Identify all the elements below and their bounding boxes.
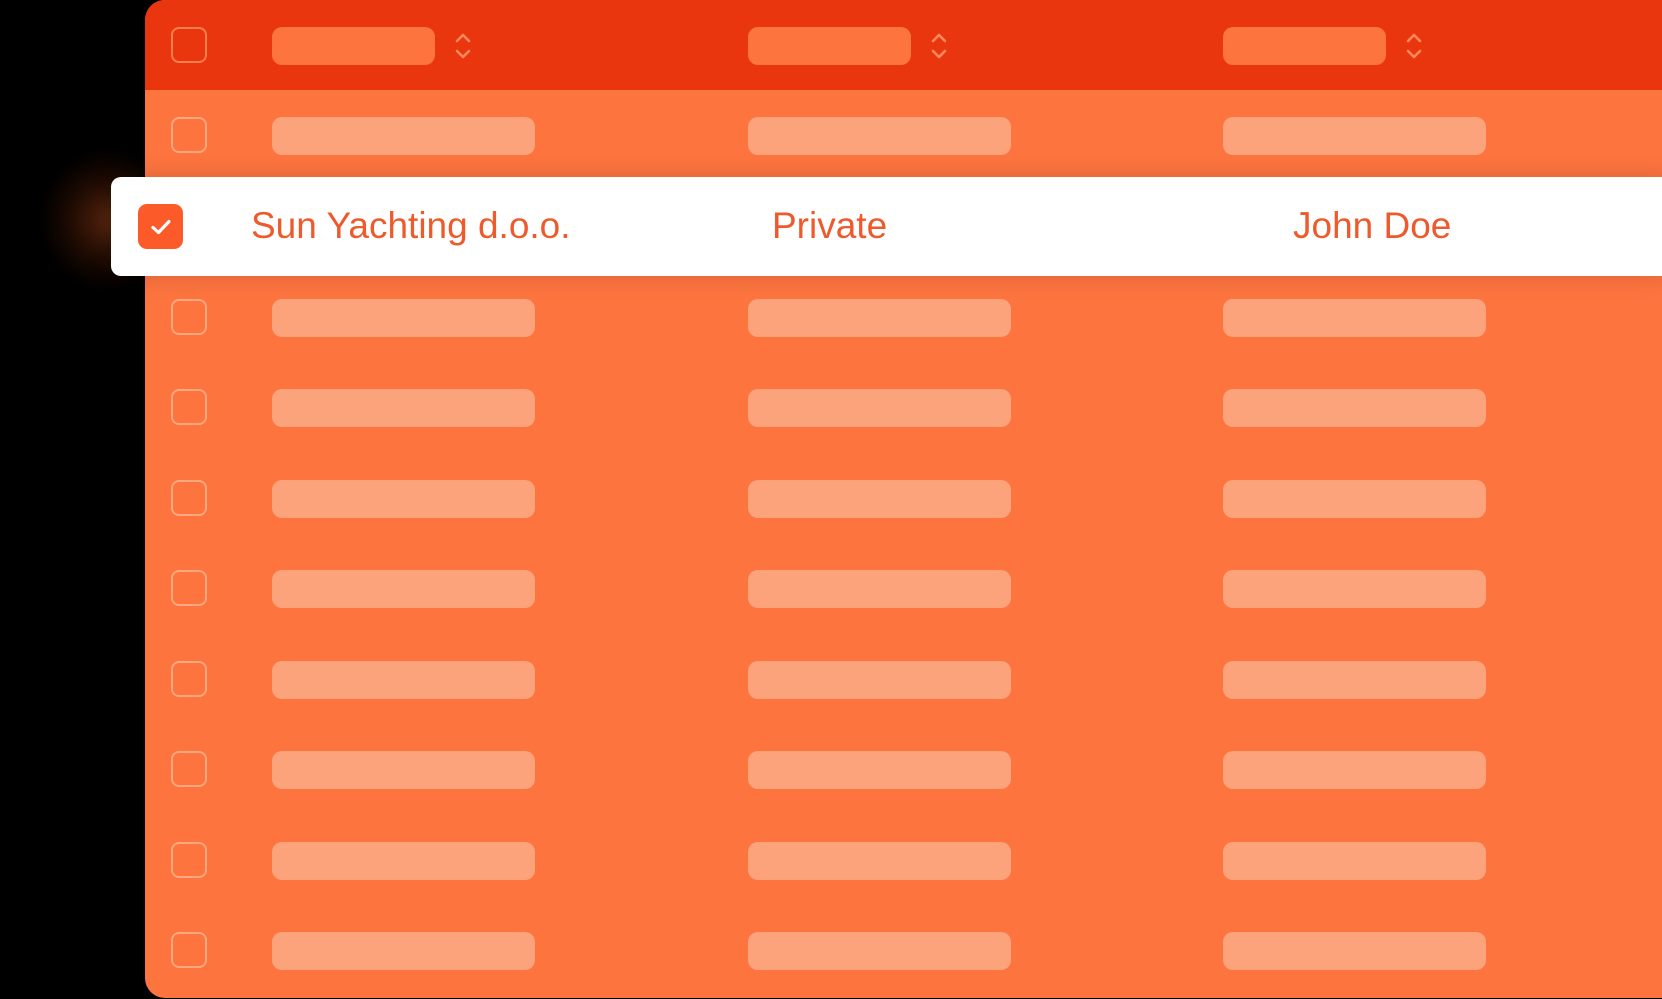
data-table bbox=[145, 0, 1662, 998]
placeholder-cell bbox=[748, 389, 1011, 427]
placeholder-cell bbox=[748, 751, 1011, 789]
sort-up-down-icon[interactable] bbox=[1404, 31, 1424, 61]
contact-name-cell: John Doe bbox=[1293, 205, 1452, 246]
sort-up-down-icon[interactable] bbox=[453, 31, 473, 61]
row-checkbox[interactable] bbox=[171, 299, 207, 335]
placeholder-cell bbox=[272, 932, 535, 970]
table-row[interactable] bbox=[145, 453, 1662, 543]
row-checkbox[interactable] bbox=[171, 932, 207, 968]
placeholder-cell bbox=[272, 299, 535, 337]
row-checkbox[interactable] bbox=[171, 751, 207, 787]
checkmark-icon bbox=[150, 219, 171, 234]
row-checkbox[interactable] bbox=[171, 570, 207, 606]
placeholder-cell bbox=[748, 480, 1011, 518]
table-row[interactable] bbox=[145, 815, 1662, 905]
row-checkbox[interactable] bbox=[171, 117, 207, 153]
table-row[interactable] bbox=[145, 272, 1662, 362]
select-all-checkbox[interactable] bbox=[171, 27, 207, 63]
company-name-cell: Sun Yachting d.o.o. bbox=[251, 205, 571, 246]
placeholder-cell bbox=[1223, 389, 1486, 427]
placeholder-cell bbox=[272, 480, 535, 518]
placeholder-cell bbox=[272, 570, 535, 608]
placeholder-cell bbox=[1223, 932, 1486, 970]
column-header-1[interactable] bbox=[272, 27, 435, 65]
placeholder-cell bbox=[272, 842, 535, 880]
placeholder-cell bbox=[272, 117, 535, 155]
placeholder-cell bbox=[748, 117, 1011, 155]
table-row[interactable] bbox=[145, 634, 1662, 724]
placeholder-cell bbox=[748, 661, 1011, 699]
placeholder-cell bbox=[272, 661, 535, 699]
stage: Sun Yachting d.o.o. Private John Doe bbox=[0, 0, 1662, 999]
table-row[interactable] bbox=[145, 724, 1662, 814]
row-checkbox[interactable] bbox=[171, 842, 207, 878]
placeholder-cell bbox=[1223, 661, 1486, 699]
table-row[interactable] bbox=[145, 905, 1662, 995]
account-type-cell: Private bbox=[772, 205, 888, 246]
placeholder-cell bbox=[748, 842, 1011, 880]
placeholder-cell bbox=[1223, 751, 1486, 789]
placeholder-cell bbox=[748, 570, 1011, 608]
table-row[interactable] bbox=[145, 362, 1662, 452]
placeholder-cell bbox=[272, 389, 535, 427]
column-header-2[interactable] bbox=[748, 27, 911, 65]
row-checkbox[interactable] bbox=[171, 480, 207, 516]
selected-table-row[interactable]: Sun Yachting d.o.o. Private John Doe bbox=[111, 177, 1662, 276]
placeholder-cell bbox=[1223, 570, 1486, 608]
placeholder-cell bbox=[1223, 842, 1486, 880]
sort-up-down-icon[interactable] bbox=[929, 31, 949, 61]
placeholder-cell bbox=[1223, 480, 1486, 518]
placeholder-cell bbox=[272, 751, 535, 789]
placeholder-cell bbox=[1223, 117, 1486, 155]
table-row[interactable] bbox=[145, 543, 1662, 633]
column-header-3[interactable] bbox=[1223, 27, 1386, 65]
row-checkbox[interactable] bbox=[171, 661, 207, 697]
placeholder-cell bbox=[1223, 299, 1486, 337]
placeholder-cell bbox=[748, 932, 1011, 970]
row-checkbox[interactable] bbox=[171, 389, 207, 425]
placeholder-cell bbox=[748, 299, 1011, 337]
table-row[interactable] bbox=[145, 90, 1662, 180]
table-header bbox=[145, 0, 1662, 90]
row-checkbox-checked[interactable] bbox=[138, 204, 183, 249]
